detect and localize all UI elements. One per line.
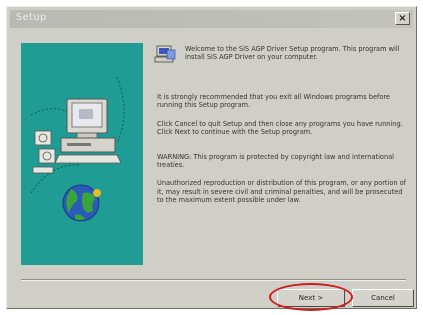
window-title: Setup (16, 12, 47, 23)
close-button[interactable]: × (395, 12, 410, 25)
body-text: It is strongly recommended that you exit… (157, 93, 411, 215)
title-bar[interactable]: Setup × (10, 10, 413, 28)
cancel-button[interactable]: Cancel (352, 289, 414, 307)
separator (21, 279, 406, 281)
setup-dialog: Setup × Welcome to the SiS AGP Driver Se… (6, 6, 417, 311)
setup-illustration (30, 76, 125, 222)
copyright-text: Unauthorized reproduction or distributio… (157, 179, 406, 205)
welcome-text: Welcome to the SiS AGP Driver Setup prog… (185, 45, 400, 62)
illustration-panel (21, 43, 143, 265)
globe-icon (62, 184, 101, 222)
warning-text: WARNING: This program is protected by co… (157, 152, 394, 170)
setup-computer-icon (154, 45, 176, 63)
recommendation-text: It is strongly recommended that you exit… (157, 93, 390, 110)
next-button-highlight (269, 283, 353, 311)
disks-icon (32, 130, 56, 174)
computer-icon (54, 98, 122, 164)
cancel-instructions-text: Click Cancel to quit Setup and then clos… (157, 119, 403, 137)
